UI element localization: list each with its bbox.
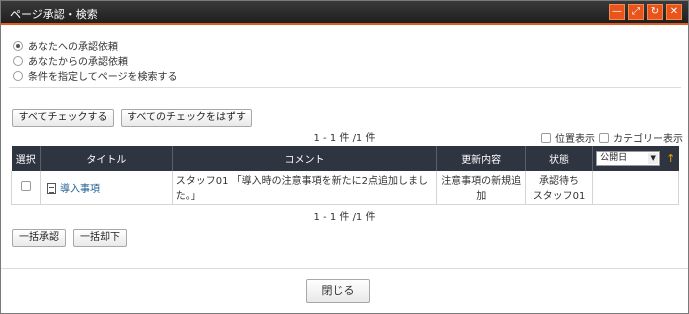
position-display-option[interactable]: 位置表示 [541, 130, 595, 145]
sort-select-value: 公開日 [600, 153, 628, 163]
col-select: 選択 [11, 146, 41, 171]
document-icon [46, 183, 56, 195]
row-comment-cell: スタッフ01 「導入時の注意事項を新たに2点追加しました。」 [172, 171, 438, 205]
page-approval-dialog: ページ承認・検索 — ⤢ ↻ ✕ あなたへの承認依頼 あなたからの承認依頼 条件… [0, 0, 689, 314]
close-button[interactable]: 閉じる [306, 279, 370, 303]
radio-label: あなたへの承認依頼 [28, 42, 118, 53]
status-user: スタッフ01 [532, 191, 586, 203]
row-select-cell [11, 171, 41, 205]
col-status: 状態 [525, 146, 593, 171]
checkbox[interactable] [541, 132, 551, 143]
maximize-icon[interactable]: ⤢ [628, 4, 644, 20]
radio-label: 条件を指定してページを検索する [28, 72, 178, 83]
refresh-icon[interactable]: ↻ [647, 4, 663, 20]
checkbox-label: カテゴリー表示 [613, 134, 683, 145]
page-title-link[interactable]: 導入事項 [60, 184, 100, 195]
table-row: 導入事項 スタッフ01 「導入時の注意事項を新たに2点追加しました。」 注意事項… [11, 171, 679, 205]
col-title: タイトル [40, 146, 173, 171]
bulk-approve-button[interactable]: 一括承認 [12, 229, 66, 247]
col-update: 更新内容 [436, 146, 527, 171]
dialog-content: あなたへの承認依頼 あなたからの承認依頼 条件を指定してページを検索する すべて… [1, 27, 688, 313]
checkbox[interactable] [599, 132, 609, 143]
row-update-cell: 注意事項の新規追加 [436, 171, 527, 205]
checkbox-label: 位置表示 [555, 134, 595, 145]
status-text: 承認待ち [539, 176, 580, 188]
row-title-cell: 導入事項 [40, 171, 173, 205]
radio-button-selected[interactable] [13, 40, 23, 51]
category-display-option[interactable]: カテゴリー表示 [599, 130, 683, 145]
col-sort: 公開日 ▼ ↑ [592, 146, 679, 171]
row-status-cell: 承認待ち スタッフ01 [525, 171, 593, 205]
radio-from-you[interactable]: あなたからの承認依頼 [13, 53, 128, 68]
chevron-down-icon: ▼ [648, 153, 659, 164]
arrow-up-icon[interactable]: ↑ [666, 152, 675, 165]
divider [9, 87, 681, 88]
check-all-button[interactable]: すべてチェックする [12, 109, 114, 127]
row-date-cell [592, 171, 679, 205]
approval-table: 選択 タイトル コメント 更新内容 状態 公開日 ▼ ↑ 導入事項 スタッフ01… [11, 146, 679, 205]
radio-button[interactable] [13, 70, 23, 81]
col-comment: コメント [172, 146, 438, 171]
row-checkbox[interactable] [20, 180, 31, 191]
footer-divider [1, 268, 688, 269]
radio-to-you[interactable]: あなたへの承認依頼 [13, 38, 118, 53]
dialog-title: ページ承認・検索 [10, 8, 98, 21]
minimize-icon[interactable]: — [609, 4, 625, 20]
bulk-reject-button[interactable]: 一括却下 [73, 229, 127, 247]
table-header-row: 選択 タイトル コメント 更新内容 状態 公開日 ▼ ↑ [11, 146, 679, 171]
pager-bottom: 1 - 1 件 /1 件 [313, 212, 376, 223]
window-controls: — ⤢ ↻ ✕ [609, 4, 682, 20]
title-bar[interactable]: ページ承認・検索 — ⤢ ↻ ✕ [1, 1, 688, 25]
radio-label: あなたからの承認依頼 [28, 57, 128, 68]
close-icon[interactable]: ✕ [666, 4, 682, 20]
sort-select[interactable]: 公開日 ▼ [596, 151, 661, 166]
uncheck-all-button[interactable]: すべてのチェックをはずす [121, 109, 252, 127]
radio-search-conditions[interactable]: 条件を指定してページを検索する [13, 68, 178, 83]
radio-button[interactable] [13, 55, 23, 66]
